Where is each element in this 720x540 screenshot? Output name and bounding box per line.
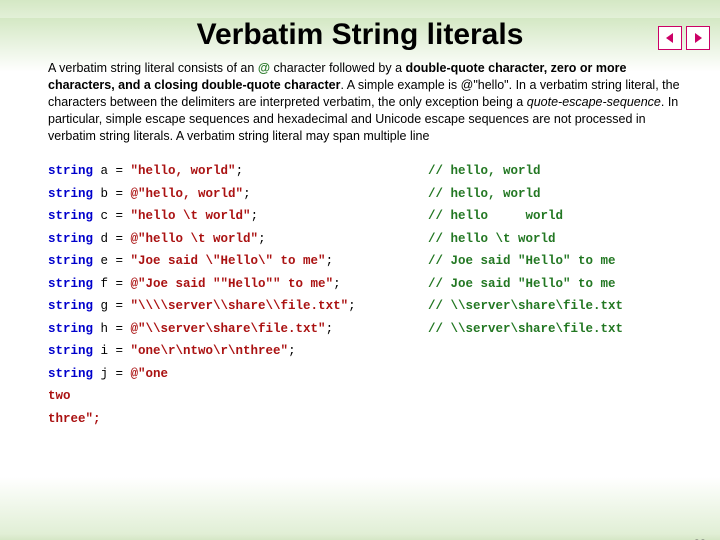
slide-body: A verbatim string literal consists of an… — [48, 60, 680, 144]
code-row: string b = @"hello, world";// hello, wor… — [48, 183, 680, 206]
body-text-2: character followed by a — [270, 61, 406, 75]
arrow-right-icon — [691, 31, 705, 45]
footer-bar — [0, 534, 720, 540]
code-row: string i = "one\r\ntwo\r\nthree"; — [48, 340, 680, 363]
nav-arrows — [658, 26, 710, 50]
slide-title: Verbatim String literals — [0, 18, 720, 52]
code-row: string j = @"one — [48, 363, 680, 386]
code-row: string g = "\\\\server\\share\\file.txt"… — [48, 295, 680, 318]
arrow-left-icon — [663, 31, 677, 45]
at-symbol: @ — [258, 61, 270, 75]
code-row: string a = "hello, world";// hello, worl… — [48, 160, 680, 183]
slide: Verbatim String literals A verbatim stri… — [0, 18, 720, 540]
code-row: string c = "hello \t world";// hello wor… — [48, 205, 680, 228]
code-block: string a = "hello, world";// hello, worl… — [48, 160, 680, 430]
code-row: string d = @"hello \t world";// hello \t… — [48, 228, 680, 251]
code-row: three"; — [48, 408, 680, 431]
code-row: string f = @"Joe said ""Hello"" to me";/… — [48, 273, 680, 296]
body-text-1: A verbatim string literal consists of an — [48, 61, 258, 75]
body-italic-1: quote-escape-sequence — [527, 95, 661, 109]
code-row: string e = "Joe said \"Hello\" to me";//… — [48, 250, 680, 273]
next-slide-button[interactable] — [686, 26, 710, 50]
prev-slide-button[interactable] — [658, 26, 682, 50]
code-row: two — [48, 385, 680, 408]
code-row: string h = @"\\server\share\file.txt";//… — [48, 318, 680, 341]
